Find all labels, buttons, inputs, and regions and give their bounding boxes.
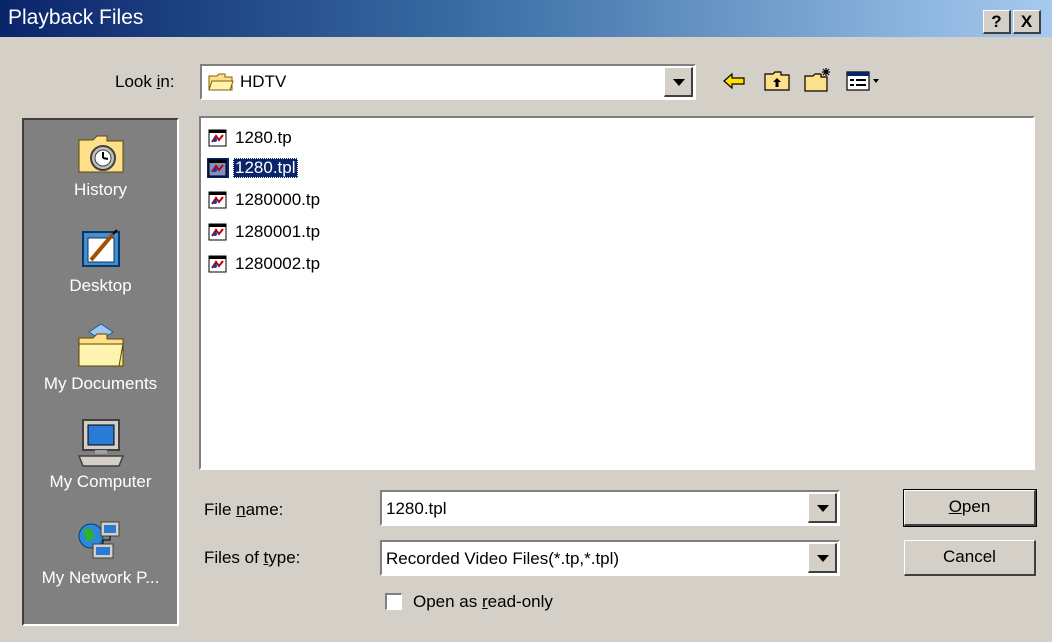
files-of-type-label: Files of type:: [204, 548, 301, 567]
view-menu-icon[interactable]: [844, 66, 884, 96]
video-file-icon: [208, 191, 227, 209]
file-item-selected[interactable]: 1280.tpl: [207, 156, 298, 180]
files-of-type-dropdown-arrow[interactable]: [808, 543, 837, 573]
look-in-combo[interactable]: HDTV: [200, 64, 696, 100]
video-file-icon: [208, 223, 227, 241]
file-name-combo[interactable]: 1280.tpl: [380, 490, 840, 526]
my-network-places-icon: [78, 521, 119, 564]
window-title: Playback Files: [8, 6, 144, 29]
video-file-icon: [207, 158, 229, 178]
files-of-type-value: Recorded Video Files(*.tp,*.tpl): [386, 549, 620, 568]
video-file-icon: [208, 255, 227, 273]
title-bar[interactable]: Playback Files ? X: [0, 0, 1052, 37]
look-in-value: HDTV: [240, 72, 287, 91]
read-only-checkbox[interactable]: [385, 593, 402, 610]
place-my-computer[interactable]: My Computer: [24, 416, 177, 492]
read-only-label[interactable]: Open as read-only: [413, 592, 553, 612]
up-one-level-icon[interactable]: [762, 66, 792, 96]
place-my-network-places[interactable]: My Network P...: [24, 516, 177, 588]
back-arrow-icon[interactable]: [720, 66, 750, 96]
place-my-documents[interactable]: My Documents: [24, 322, 177, 394]
file-item[interactable]: 1280001.tp: [207, 220, 322, 244]
folder-open-icon: [208, 73, 234, 91]
file-item[interactable]: 1280002.tp: [207, 252, 322, 276]
files-of-type-combo[interactable]: Recorded Video Files(*.tp,*.tpl): [380, 540, 840, 576]
cancel-button[interactable]: Cancel: [904, 540, 1036, 576]
video-file-icon: [208, 129, 227, 147]
open-button[interactable]: Open: [903, 489, 1037, 527]
place-history[interactable]: History: [24, 128, 177, 200]
place-desktop[interactable]: Desktop: [24, 224, 177, 296]
look-in-label: Look in:: [115, 72, 175, 91]
file-name-label: File name:: [204, 500, 284, 519]
playback-files-dialog: Playback Files ? X Look in: HDTV History…: [0, 0, 1052, 642]
history-icon: [78, 135, 123, 173]
file-list[interactable]: 1280.tp 1280.tpl 1280000.tp 1280001.tp 1…: [199, 116, 1035, 470]
help-button[interactable]: ?: [983, 10, 1011, 34]
my-computer-icon: [77, 419, 124, 467]
file-item[interactable]: 1280.tp: [207, 126, 294, 150]
new-folder-icon[interactable]: [802, 66, 832, 96]
my-documents-icon: [78, 323, 124, 367]
file-name-dropdown-arrow[interactable]: [808, 493, 837, 523]
file-name-input[interactable]: 1280.tpl: [386, 499, 447, 519]
close-button[interactable]: X: [1013, 10, 1041, 34]
look-in-dropdown-arrow[interactable]: [664, 67, 693, 97]
places-bar: History Desktop My Documents My Computer…: [22, 118, 179, 626]
file-item[interactable]: 1280000.tp: [207, 188, 322, 212]
desktop-icon: [81, 229, 120, 267]
